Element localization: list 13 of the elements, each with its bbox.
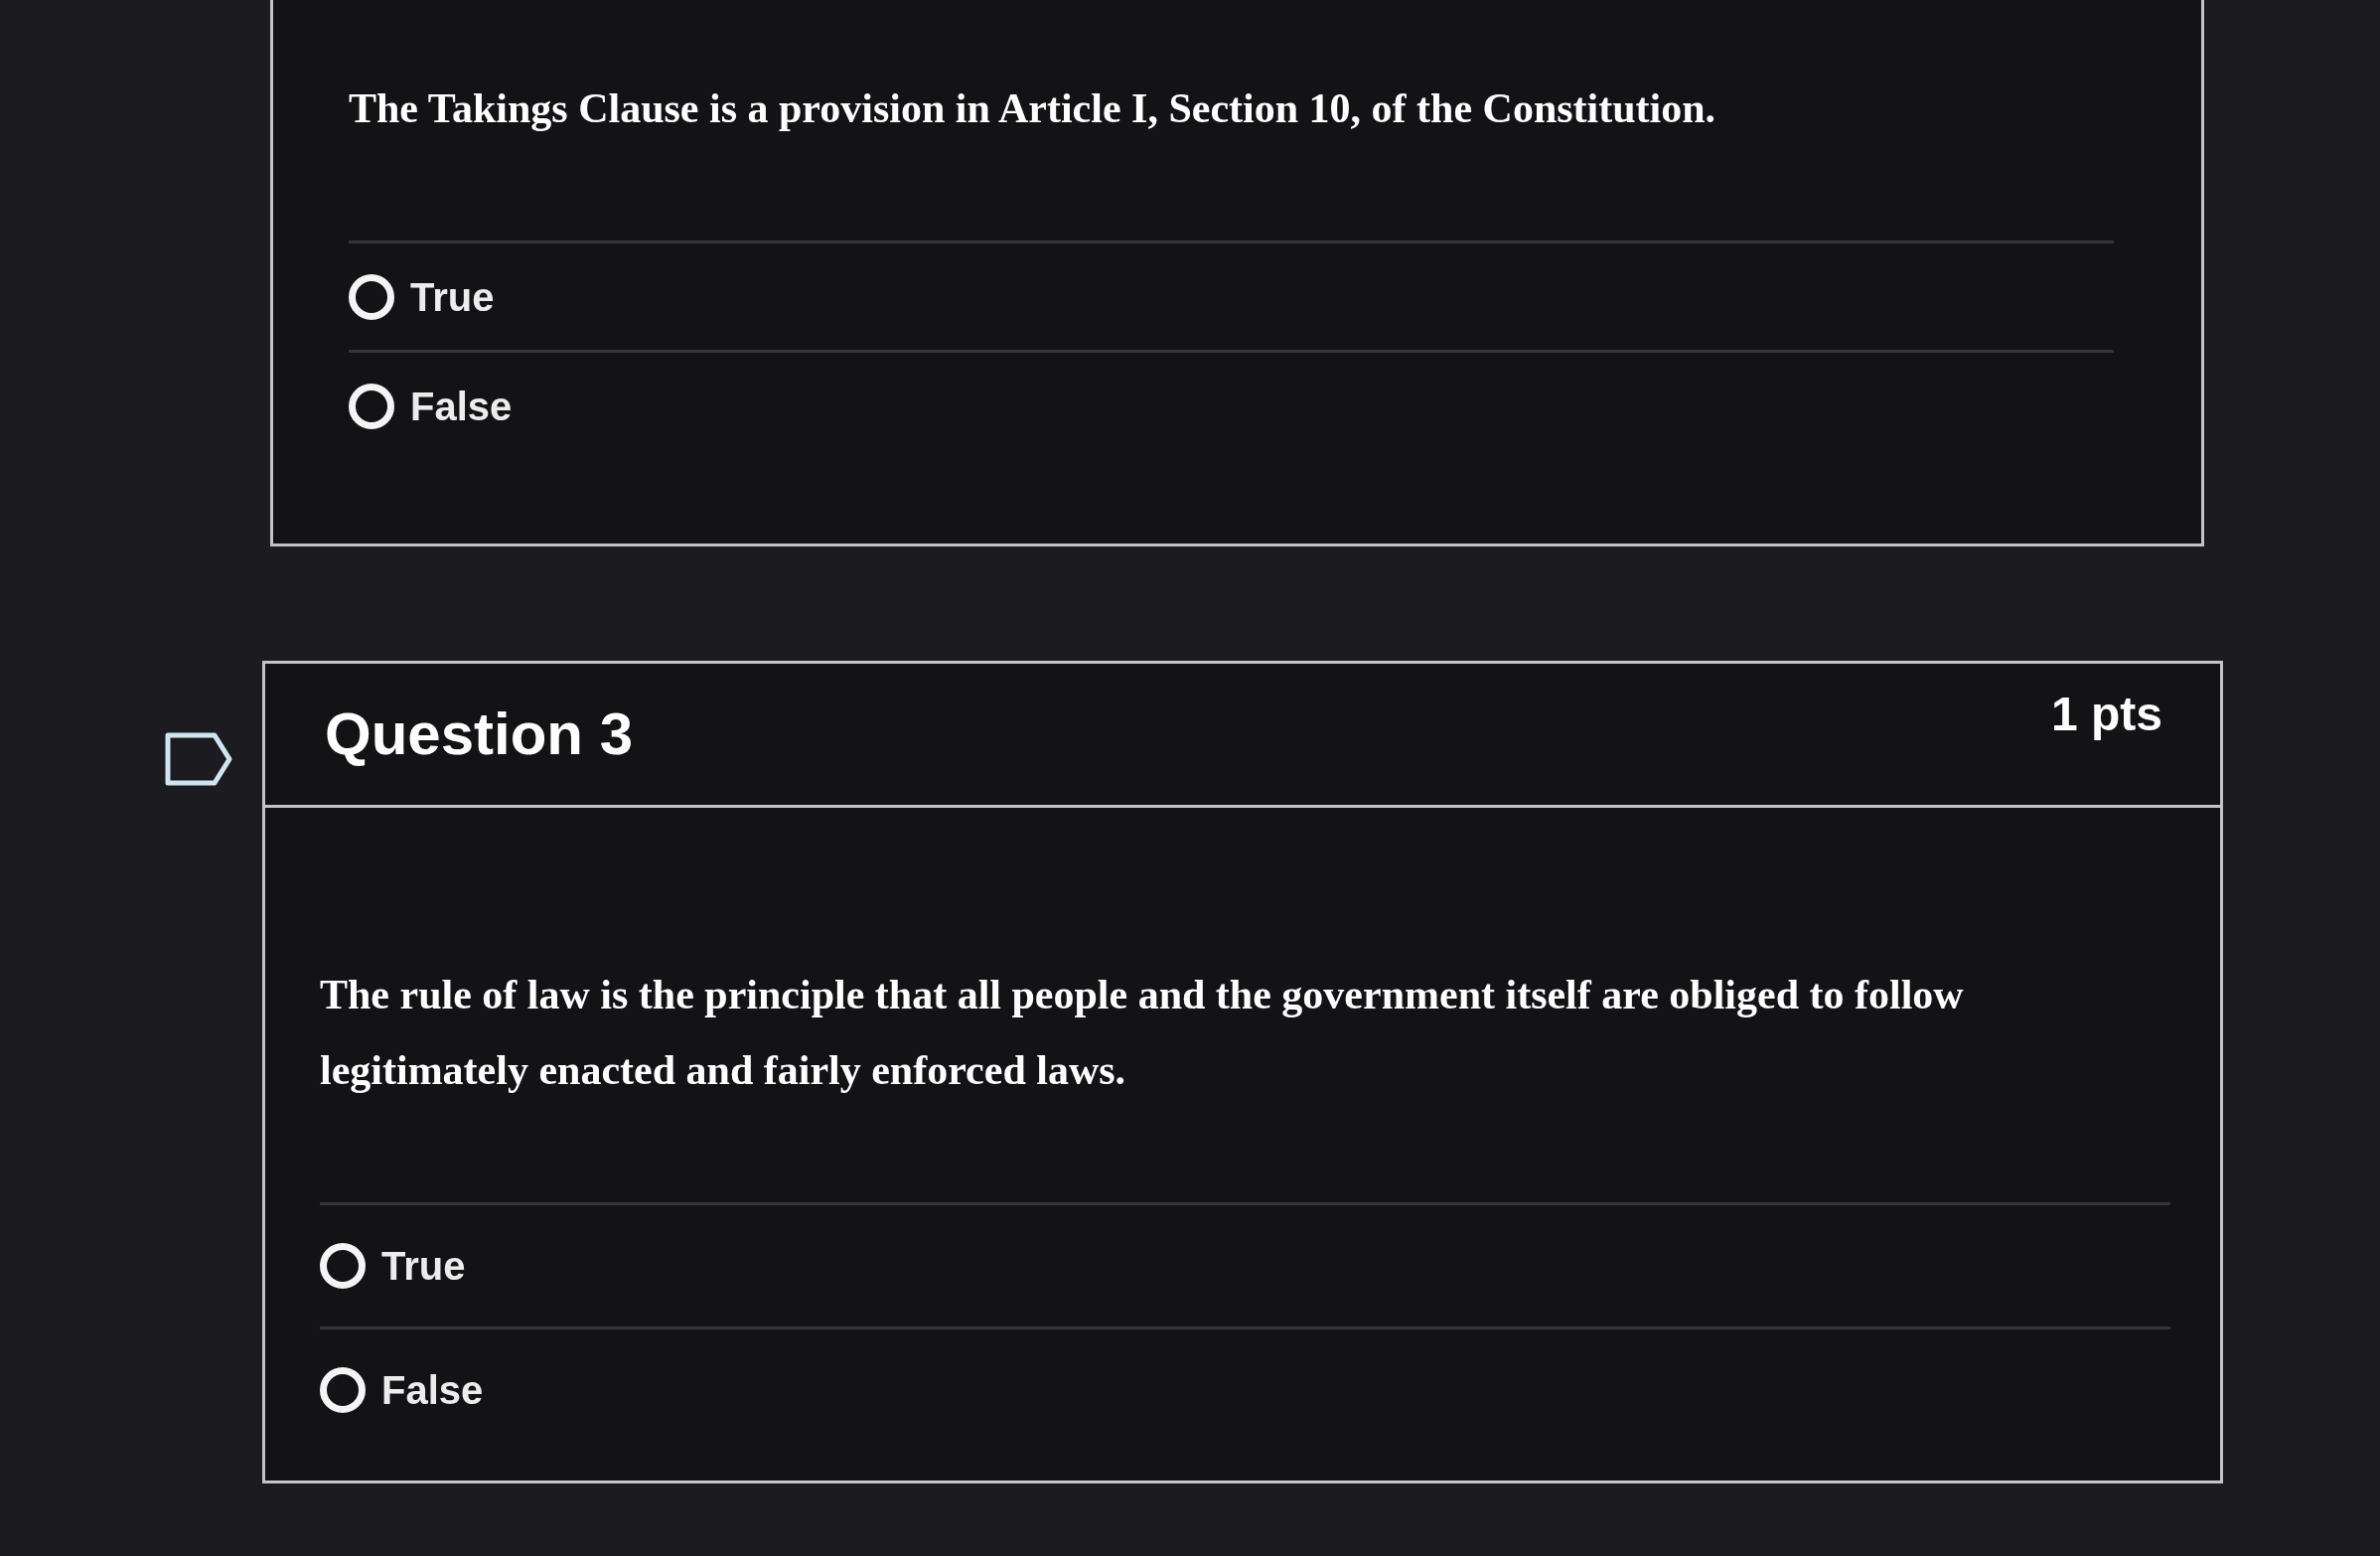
radio-icon[interactable] — [320, 1367, 366, 1413]
radio-icon[interactable] — [349, 383, 394, 429]
answer-label[interactable]: True — [410, 276, 495, 317]
points-label: 1 pts — [2050, 691, 2162, 738]
radio-icon[interactable] — [349, 273, 394, 320]
question-text: The rule of law is the principle that all people and the government itself are obliged to follow legitimately enacted and fairly enforced laws. — [320, 971, 1965, 1095]
question-title: Question 3 — [325, 704, 634, 764]
radio-icon[interactable] — [320, 1243, 366, 1289]
answer-label[interactable]: False — [381, 1370, 484, 1410]
answer-label[interactable]: True — [381, 1246, 466, 1286]
question-text: The Takings Clause is a provision in Article I, Section 10, of the Constitution. — [349, 84, 1717, 133]
flag-icon[interactable] — [165, 732, 232, 786]
answer-label[interactable]: False — [410, 386, 513, 426]
